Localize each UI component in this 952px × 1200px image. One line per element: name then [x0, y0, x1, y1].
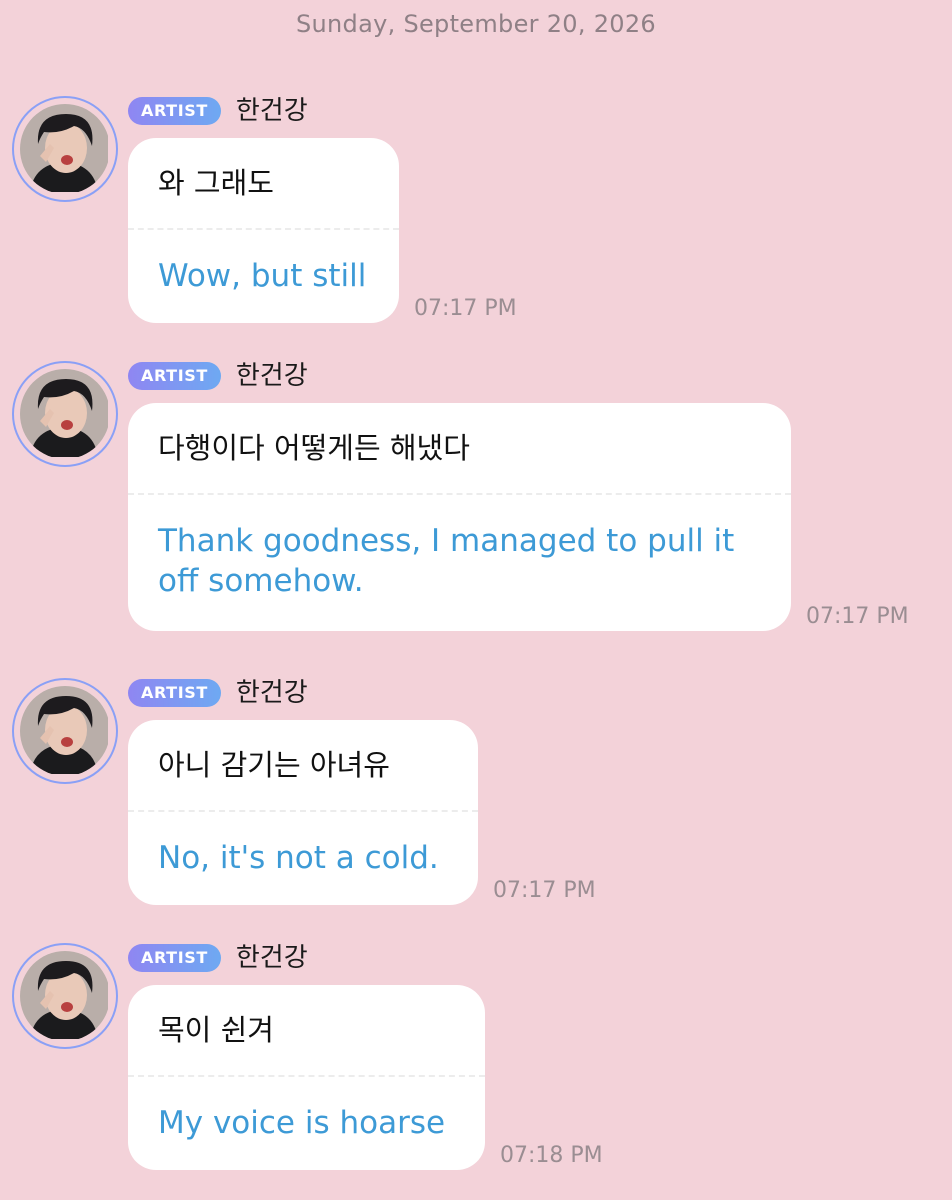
avatar-photo — [20, 686, 110, 776]
translated-text: Thank goodness, I managed to pull it off… — [158, 523, 735, 599]
message-header: ARTIST 한건강 — [128, 678, 308, 708]
sender-name: 한건강 — [235, 678, 308, 708]
artist-avatar[interactable] — [12, 678, 118, 784]
original-text: 와 그래도 — [158, 166, 274, 200]
message-timestamp: 07:17 PM — [414, 296, 517, 321]
sender-name: 한건강 — [235, 361, 308, 391]
message-timestamp: 07:17 PM — [806, 604, 909, 629]
message-bubble[interactable]: 다행이다 어떻게든 해냈다 Thank goodness, I managed … — [128, 403, 791, 631]
message-bubble[interactable]: 와 그래도 Wow, but still — [128, 138, 399, 323]
message-header: ARTIST 한건강 — [128, 943, 308, 973]
message-header: ARTIST 한건강 — [128, 96, 308, 126]
artist-badge: ARTIST — [128, 679, 221, 707]
artist-badge: ARTIST — [128, 362, 221, 390]
artist-avatar[interactable] — [12, 943, 118, 1049]
original-text: 목이 쉰겨 — [158, 1013, 274, 1047]
message-timestamp: 07:17 PM — [493, 878, 596, 903]
artist-avatar[interactable] — [12, 96, 118, 202]
date-header: Sunday, September 20, 2026 — [295, 10, 657, 38]
avatar-photo — [20, 369, 110, 459]
translated-text: No, it's not a cold. — [158, 840, 439, 876]
message-header: ARTIST 한건강 — [128, 361, 308, 391]
original-text: 다행이다 어떻게든 해냈다 — [158, 431, 470, 465]
artist-badge: ARTIST — [128, 97, 221, 125]
avatar-photo — [20, 104, 110, 194]
message-timestamp: 07:18 PM — [500, 1143, 603, 1168]
original-text: 아니 감기는 아녀유 — [158, 748, 390, 782]
artist-avatar[interactable] — [12, 361, 118, 467]
translated-text: My voice is hoarse — [158, 1105, 446, 1141]
sender-name: 한건강 — [235, 96, 308, 126]
message-bubble[interactable]: 아니 감기는 아녀유 No, it's not a cold. — [128, 720, 478, 905]
artist-badge: ARTIST — [128, 944, 221, 972]
avatar-photo — [20, 951, 110, 1041]
translated-text: Wow, but still — [158, 258, 367, 294]
message-bubble[interactable]: 목이 쉰겨 My voice is hoarse — [128, 985, 485, 1170]
sender-name: 한건강 — [235, 943, 308, 973]
